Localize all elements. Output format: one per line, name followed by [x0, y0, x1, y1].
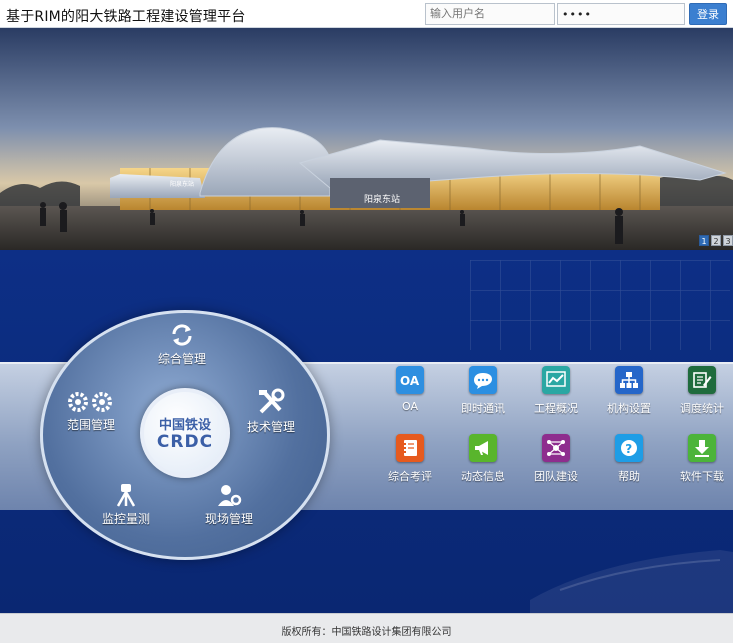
app-im[interactable]: 即时通讯 [453, 366, 513, 416]
app-label-im: 即时通讯 [461, 402, 505, 415]
wheel-label-site: 现场管理 [205, 512, 254, 526]
app-team[interactable]: 团队建设 [526, 434, 586, 484]
tools-icon [259, 388, 285, 414]
wheel-item-monitoring[interactable]: 监控量测 [102, 482, 150, 527]
main-panel: 综合管理 技术管理 现场管理 监控量测 范围管理 中国铁设 CRDC OA OA… [0, 250, 733, 613]
page-title: 基于RIM的阳大铁路工程建设管理平台 [6, 9, 246, 25]
download-icon [688, 434, 716, 462]
copyright-text: 版权所有：中国铁路设计集团有限公司 [281, 627, 452, 638]
footer: 版权所有：中国铁路设计集团有限公司 [0, 613, 733, 643]
oa-icon: OA [396, 366, 424, 394]
app-download[interactable]: 软件下载 [672, 434, 732, 484]
crdc-logo: 中国铁设 CRDC [140, 388, 230, 478]
survey-tripod-icon [116, 484, 136, 507]
line-chart-icon [542, 366, 570, 394]
app-label-oa: OA [402, 400, 418, 413]
megaphone-icon [469, 434, 497, 462]
app-label-evaluation: 综合考评 [388, 470, 432, 483]
app-news[interactable]: 动态信息 [453, 434, 513, 484]
wheel-label-comprehensive: 综合管理 [158, 352, 207, 366]
app-evaluation[interactable]: 综合考评 [380, 434, 440, 484]
wheel-label-monitoring: 监控量测 [102, 512, 151, 526]
login-button[interactable]: 登录 [689, 3, 727, 25]
train-watermark [530, 550, 733, 613]
page-root: 基于RIM的阳大铁路工程建设管理平台 登录 [0, 0, 733, 643]
worker-gear-icon [218, 485, 242, 506]
edit-doc-icon [688, 366, 716, 394]
app-label-help: 帮助 [618, 470, 640, 483]
banner-page-2[interactable]: 2 [711, 235, 721, 246]
logo-text-cn: 中国铁设 [158, 418, 211, 433]
station-sign: 阳泉东站 [364, 193, 400, 205]
login-form: 登录 [425, 2, 733, 26]
notebook-icon [396, 434, 424, 462]
wheel-item-technical[interactable]: 技术管理 [247, 388, 295, 435]
refresh-icon [172, 324, 192, 346]
app-label-overview: 工程概况 [534, 402, 578, 415]
banner-page-3[interactable]: 3 [723, 235, 733, 246]
app-label-download: 软件下载 [680, 470, 724, 483]
top-bar: 基于RIM的阳大铁路工程建设管理平台 登录 [0, 0, 733, 28]
app-label-dispatch-stats: 调度统计 [680, 402, 724, 415]
banner-pager: 1 2 3 [699, 235, 733, 246]
app-label-organization: 机构设置 [607, 402, 651, 415]
gears-icon [68, 392, 112, 412]
wheel-item-site[interactable]: 现场管理 [205, 482, 253, 527]
wheel-label-technical: 技术管理 [247, 420, 296, 434]
wheel-item-comprehensive[interactable]: 综合管理 [158, 322, 206, 367]
station-banner-image: 阳泉东站 阳泉东站 [0, 28, 733, 250]
svg-text:?: ? [625, 442, 632, 456]
logo-text-en: CRDC [156, 432, 214, 452]
network-icon [542, 434, 570, 462]
app-overview[interactable]: 工程概况 [526, 366, 586, 416]
banner-slideshow: 阳泉东站 阳泉东站 1 2 3 [0, 28, 733, 250]
app-oa[interactable]: OA OA [380, 366, 440, 413]
app-label-news: 动态信息 [461, 470, 505, 483]
app-organization[interactable]: 机构设置 [599, 366, 659, 416]
background-grid-decoration [470, 260, 730, 350]
module-wheel: 综合管理 技术管理 现场管理 监控量测 范围管理 中国铁设 CRDC [40, 310, 330, 560]
svg-text:OA: OA [400, 374, 420, 387]
chat-icon [469, 366, 497, 394]
wheel-item-scope[interactable]: 范围管理 [66, 390, 116, 433]
wheel-label-scope: 范围管理 [66, 418, 115, 432]
banner-page-1[interactable]: 1 [699, 235, 709, 246]
password-input[interactable] [557, 3, 685, 25]
app-dispatch-stats[interactable]: 调度统计 [672, 366, 732, 416]
app-help[interactable]: ? 帮助 [599, 434, 659, 484]
app-label-team: 团队建设 [534, 470, 578, 483]
help-icon: ? [615, 434, 643, 462]
org-chart-icon [615, 366, 643, 394]
station-sign-small: 阳泉东站 [170, 180, 194, 188]
username-input[interactable] [425, 3, 555, 25]
